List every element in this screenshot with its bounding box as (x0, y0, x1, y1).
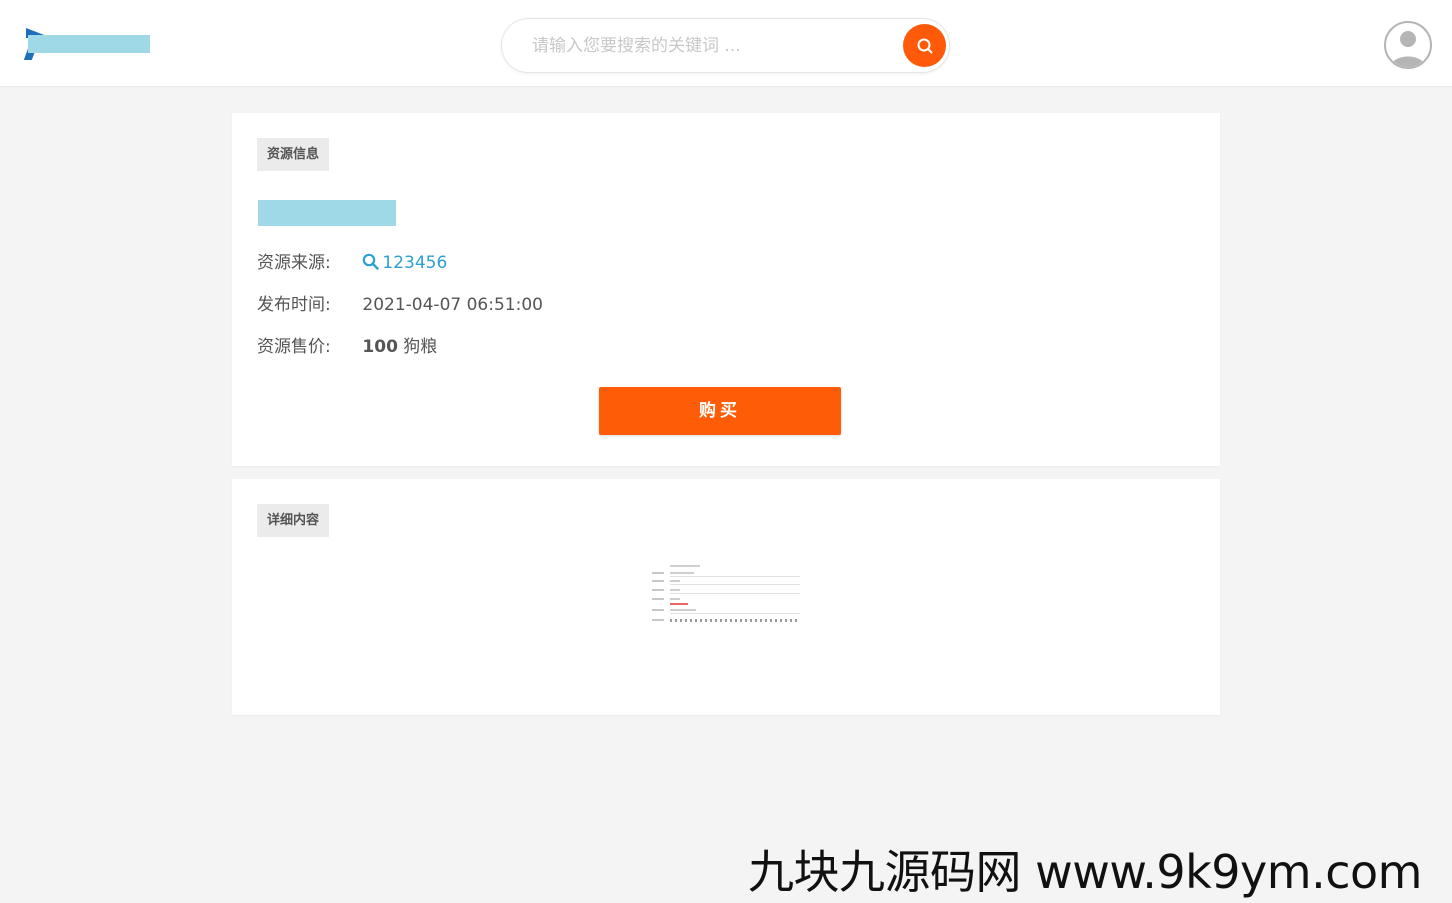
price-unit: 狗粮 (397, 337, 438, 357)
publish-time-label: 发布时间: (257, 295, 331, 315)
search-icon (917, 38, 932, 53)
search-bar (501, 18, 950, 73)
publish-time-row: 发布时间: 2021-04-07 06:51:00 (257, 293, 543, 317)
site-header (0, 0, 1452, 87)
resource-title-redacted (258, 200, 396, 226)
source-value: 123456 (382, 253, 448, 273)
price-amount: 100 (362, 337, 398, 357)
buy-button[interactable]: 购买 (599, 387, 841, 435)
site-watermark: 九块九源码网 www.9k9ym.com (748, 845, 1422, 899)
publish-time-value: 2021-04-07 06:51:00 (362, 295, 543, 315)
logo-redacted-text (28, 35, 150, 53)
source-row: 资源来源: 123456 (257, 251, 447, 275)
source-link[interactable]: 123456 (362, 251, 447, 275)
detail-screenshot-image (650, 562, 802, 626)
magnifier-icon (363, 253, 380, 270)
detail-tag: 详细内容 (257, 504, 330, 537)
resource-info-card: 资源信息 资源来源: 123456 发布时间: 2021-04-07 06:51… (232, 113, 1220, 466)
price-row: 资源售价: 100 狗粮 (257, 335, 437, 359)
price-label: 资源售价: (257, 337, 331, 357)
detail-card: 详细内容 (232, 479, 1220, 715)
resource-info-tag: 资源信息 (257, 138, 330, 171)
user-avatar[interactable] (1384, 21, 1432, 69)
source-label: 资源来源: (257, 253, 331, 273)
site-logo[interactable] (23, 28, 150, 60)
search-button[interactable] (903, 24, 946, 67)
user-icon (1391, 31, 1425, 67)
search-input[interactable] (532, 33, 892, 59)
